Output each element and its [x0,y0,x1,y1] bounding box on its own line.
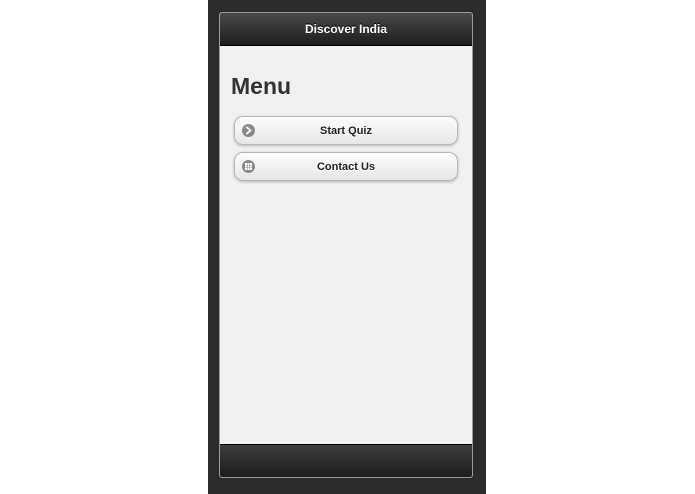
device-frame: Discover India Menu Start Quiz Contact U… [208,0,486,494]
start-quiz-button[interactable]: Start Quiz [234,116,458,145]
app-screen: Discover India Menu Start Quiz Contact U… [219,12,473,478]
contact-us-label: Contact Us [316,160,376,173]
header-toolbar: Discover India [220,13,472,46]
contact-us-button[interactable]: Contact Us [234,152,458,181]
grid-icon [242,160,255,173]
arrow-right-icon [242,124,255,137]
page-title: Discover India [304,22,388,36]
footer-toolbar [220,444,472,477]
content-area: Menu Start Quiz Contact Us [220,46,472,446]
start-quiz-label: Start Quiz [320,124,372,137]
menu-heading: Menu [231,73,292,99]
